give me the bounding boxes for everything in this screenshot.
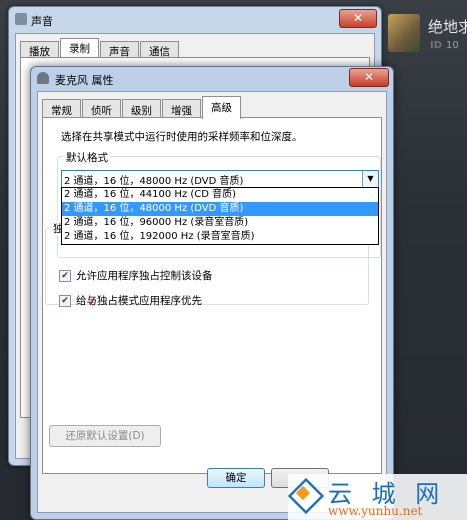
- format-option[interactable]: 2 通道，16 位，192000 Hz (录音室音质): [62, 230, 378, 244]
- exclusive-priority-checkbox[interactable]: ✔: [59, 294, 71, 307]
- format-option[interactable]: 2 通道，16 位，44100 Hz (CD 音质): [62, 188, 378, 202]
- game-icon[interactable]: [388, 14, 420, 52]
- sound-title: 声音: [31, 15, 53, 28]
- mic-close-button[interactable]: ✕: [349, 68, 389, 87]
- format-dropdown-list: 2 通道，16 位，44100 Hz (CD 音质) 2 通道，16 位，480…: [61, 187, 379, 245]
- exclusive-priority-checkbox-row[interactable]: ✔ 给与独占模式应用程序优先: [59, 293, 202, 308]
- format-description: 选择在共享模式中运行时使用的采样频率和位深度。: [61, 131, 303, 143]
- watermark-url: www.yunhu.net: [328, 504, 423, 518]
- mic-tabs: 常规 侦听 级别 增强 高级: [42, 96, 242, 119]
- mic-properties-dialog: 麦克风 属性 ✕ 常规 侦听 级别 增强 高级 默认格式 选择在共享模式中运行时…: [30, 66, 394, 520]
- microphone-icon: [37, 72, 49, 84]
- game-title: 绝地求: [428, 18, 467, 36]
- mic-titlebar[interactable]: 麦克风 属性 ✕: [31, 67, 393, 89]
- sound-tabs: 播放 录制 声音 通信: [20, 38, 180, 61]
- id-value: 10: [446, 40, 459, 51]
- chevron-down-icon[interactable]: ▼: [362, 171, 378, 187]
- allow-exclusive-checkbox-row[interactable]: ✔ 允许应用程序独占控制该设备: [59, 268, 213, 283]
- format-select[interactable]: 2 通道，16 位，48000 Hz (DVD 音质) ▼: [61, 170, 379, 188]
- tab-general[interactable]: 常规: [42, 99, 81, 119]
- watermark: 云 城 网 www.yunhu.net: [287, 474, 467, 520]
- restore-defaults-button[interactable]: 还原默认设置(D): [49, 425, 161, 447]
- allow-exclusive-checkbox[interactable]: ✔: [59, 269, 71, 282]
- tab-levels[interactable]: 级别: [122, 99, 161, 119]
- tab-listen[interactable]: 侦听: [82, 99, 121, 119]
- ok-button[interactable]: 确定: [207, 468, 265, 488]
- format-selected-value: 2 通道，16 位，48000 Hz (DVD 音质): [64, 176, 244, 187]
- exclusive-priority-label: 给与独占模式应用程序优先: [76, 295, 202, 307]
- format-option[interactable]: 2 通道，16 位，96000 Hz (录音室音质): [62, 216, 378, 230]
- mic-title: 麦克风 属性: [55, 74, 114, 87]
- allow-exclusive-label: 允许应用程序独占控制该设备: [76, 270, 213, 282]
- format-option[interactable]: 2 通道，16 位，48000 Hz (DVD 音质): [62, 202, 378, 216]
- tab-enhancements[interactable]: 增强: [162, 99, 201, 119]
- game-id: ID 10: [430, 40, 459, 51]
- tab-advanced[interactable]: 高级: [202, 96, 241, 119]
- speaker-icon: [15, 13, 27, 25]
- sound-close-button[interactable]: ✕: [339, 9, 377, 28]
- sound-titlebar[interactable]: 声音 ✕: [9, 7, 381, 31]
- default-format-label: 默认格式: [63, 150, 111, 165]
- id-label: ID: [430, 40, 443, 51]
